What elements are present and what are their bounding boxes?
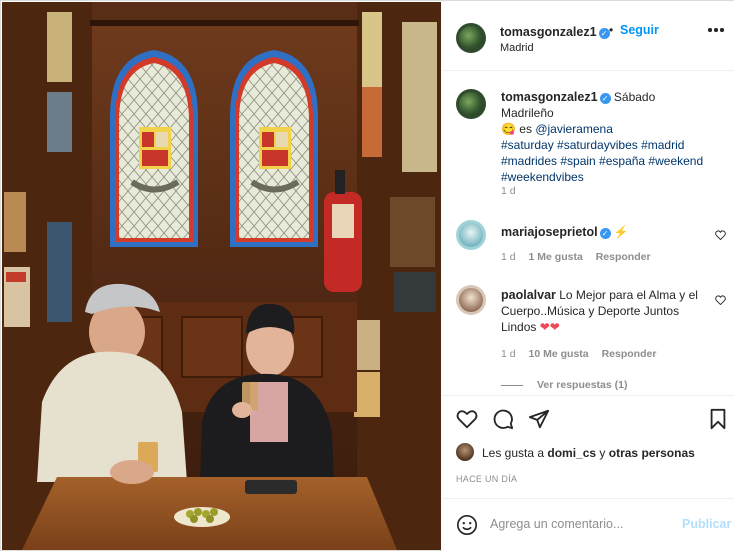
comment-text: ⚡	[613, 225, 629, 239]
comment-username[interactable]: mariajoseprietol	[501, 225, 598, 239]
comment-likes[interactable]: 1 Me gusta	[529, 251, 583, 263]
reply-button[interactable]: Responder	[596, 251, 651, 263]
comment-time[interactable]: 1 d	[501, 348, 516, 360]
comment-like-icon[interactable]	[715, 295, 726, 305]
caption-time[interactable]: 1 d	[501, 185, 516, 197]
caption-emoji: 😋	[501, 122, 516, 136]
verified-icon: ✓	[598, 28, 610, 39]
reply-button[interactable]: Responder	[602, 348, 657, 360]
comment-like-icon[interactable]	[715, 230, 726, 240]
follow-button[interactable]: Seguir	[620, 23, 659, 37]
verified-icon: ✓	[599, 228, 611, 239]
caption: tomasgonzalez1 ✓ Sábado Madrileño 😋 es @j…	[456, 89, 726, 199]
heart-icon[interactable]	[456, 408, 478, 430]
comment-time[interactable]: 1 d	[501, 251, 516, 263]
comment-body: mariajoseprietol ✓ ⚡	[501, 224, 706, 240]
post-photo[interactable]	[2, 2, 441, 550]
caption-avatar[interactable]	[456, 89, 486, 119]
comment-username[interactable]: paolalvar	[501, 288, 556, 302]
caption-body: tomasgonzalez1 ✓ Sábado Madrileño 😋 es @j…	[501, 89, 706, 185]
view-replies-label: Ver respuestas (1)	[537, 379, 628, 391]
comment-item: paolalvar Lo Mejor para el Alma y el Cue…	[456, 285, 726, 365]
comment-item: mariajoseprietol ✓ ⚡ 1 d 1 Me gusta Respo…	[456, 220, 726, 270]
author-username[interactable]: tomasgonzalez1	[500, 25, 597, 39]
caption-hashtags[interactable]: #saturday #saturdayvibes #madrid #madrid…	[501, 138, 703, 184]
comment-body: paolalvar Lo Mejor para el Alma y el Cue…	[501, 287, 706, 335]
likes-summary: Les gusta a domi_cs y otras personas	[482, 446, 695, 460]
author-avatar[interactable]	[456, 23, 486, 53]
author-row: tomasgonzalez1 ✓	[500, 23, 610, 41]
likes-others[interactable]: otras personas	[609, 446, 695, 460]
post-actions: Les gusta a domi_cs y otras personas HAC…	[442, 395, 734, 495]
post-timestamp[interactable]: HACE UN DÍA	[456, 474, 517, 484]
comment-hearts: ❤❤	[539, 320, 560, 334]
liker-avatar[interactable]	[456, 443, 474, 461]
caption-es: es	[519, 122, 532, 136]
more-horizontal-icon[interactable]	[708, 27, 724, 33]
post-location[interactable]: Madrid	[500, 42, 534, 54]
share-icon[interactable]	[528, 408, 550, 430]
likes-user[interactable]: domi_cs	[547, 446, 596, 460]
post-side-panel: tomasgonzalez1 ✓ • Seguir Madrid tomasgon…	[442, 1, 734, 551]
replies-line	[501, 384, 523, 386]
photo-scene	[2, 2, 441, 550]
comment-meta: 1 d 10 Me gusta Responder	[501, 348, 666, 360]
bookmark-icon[interactable]	[707, 408, 729, 430]
likes-joiner: y	[599, 446, 606, 460]
view-replies-button[interactable]: Ver respuestas (1)	[501, 379, 627, 391]
comment-input[interactable]	[490, 512, 670, 536]
comments-list[interactable]: tomasgonzalez1 ✓ Sábado Madrileño 😋 es @j…	[442, 72, 734, 395]
comment-avatar[interactable]	[456, 220, 486, 250]
header-dot: •	[609, 23, 614, 37]
caption-meta: 1 d	[501, 185, 526, 197]
caption-username[interactable]: tomasgonzalez1	[501, 90, 598, 104]
comment-likes[interactable]: 10 Me gusta	[529, 348, 589, 360]
post-header: tomasgonzalez1 ✓ • Seguir Madrid	[442, 1, 734, 71]
verified-icon: ✓	[599, 93, 611, 104]
emoji-icon[interactable]	[456, 514, 478, 536]
likes-prefix: Les gusta a	[482, 446, 545, 460]
comment-avatar[interactable]	[456, 285, 486, 315]
comment-icon[interactable]	[492, 408, 514, 430]
instagram-post-dialog: tomasgonzalez1 ✓ • Seguir Madrid tomasgon…	[0, 0, 734, 551]
comment-meta: 1 d 1 Me gusta Responder	[501, 251, 661, 263]
comment-composer: Publicar	[442, 498, 734, 551]
publish-button[interactable]: Publicar	[682, 517, 731, 531]
caption-mention[interactable]: @javieramena	[535, 122, 613, 136]
